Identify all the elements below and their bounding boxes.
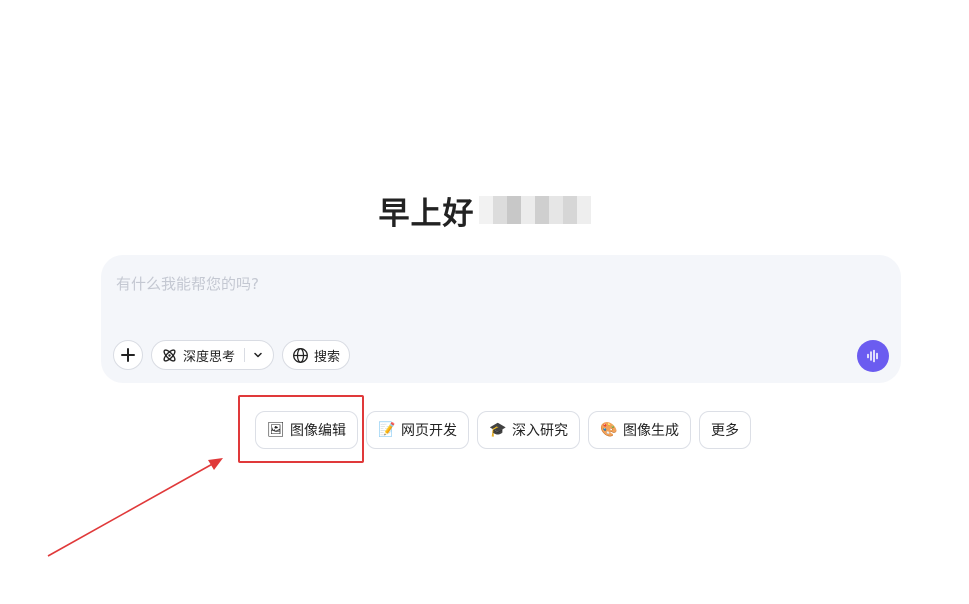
chip-image-gen[interactable]: 🎨 图像生成 <box>588 411 691 449</box>
chevron-down-icon[interactable] <box>252 349 264 361</box>
graduation-cap-icon: 🎓 <box>489 422 507 438</box>
memo-icon: 📝 <box>378 422 396 438</box>
chat-composer: 深度思考 搜索 <box>101 255 901 383</box>
image-edit-icon: 🖼 <box>267 422 285 438</box>
chip-label: 图像生成 <box>623 423 679 439</box>
plus-icon <box>121 348 135 362</box>
chip-deep-research[interactable]: 🎓 深入研究 <box>477 411 580 449</box>
chip-more[interactable]: 更多 <box>699 411 751 449</box>
voice-wave-icon <box>867 349 878 363</box>
chip-label: 网页开发 <box>401 423 457 439</box>
chip-label: 深入研究 <box>512 423 568 439</box>
greeting-text: 早上好 <box>378 195 475 232</box>
search-toggle[interactable]: 搜索 <box>282 340 351 370</box>
atom-icon <box>163 348 176 362</box>
search-label: 搜索 <box>314 349 341 365</box>
chip-label: 图像编辑 <box>290 423 346 439</box>
add-attachment-button[interactable] <box>113 340 143 370</box>
chip-label: 更多 <box>711 423 739 439</box>
composer-toolbar: 深度思考 搜索 <box>113 340 351 370</box>
greeting-header: 早上好 <box>0 186 969 234</box>
palette-icon: 🎨 <box>600 422 618 438</box>
pill-divider <box>244 348 246 362</box>
chip-image-edit[interactable]: 🖼 图像编辑 <box>255 411 358 449</box>
suggestion-chips: 🖼 图像编辑 📝 网页开发 🎓 深入研究 🎨 图像生成 更多 <box>255 411 751 449</box>
deep-think-toggle[interactable]: 深度思考 <box>151 340 275 370</box>
deep-think-label: 深度思考 <box>183 349 236 365</box>
chip-web-dev[interactable]: 📝 网页开发 <box>366 411 469 449</box>
globe-icon <box>293 347 308 363</box>
redacted-username <box>478 195 591 225</box>
voice-input-button[interactable] <box>857 340 889 372</box>
chat-input[interactable] <box>116 269 876 299</box>
